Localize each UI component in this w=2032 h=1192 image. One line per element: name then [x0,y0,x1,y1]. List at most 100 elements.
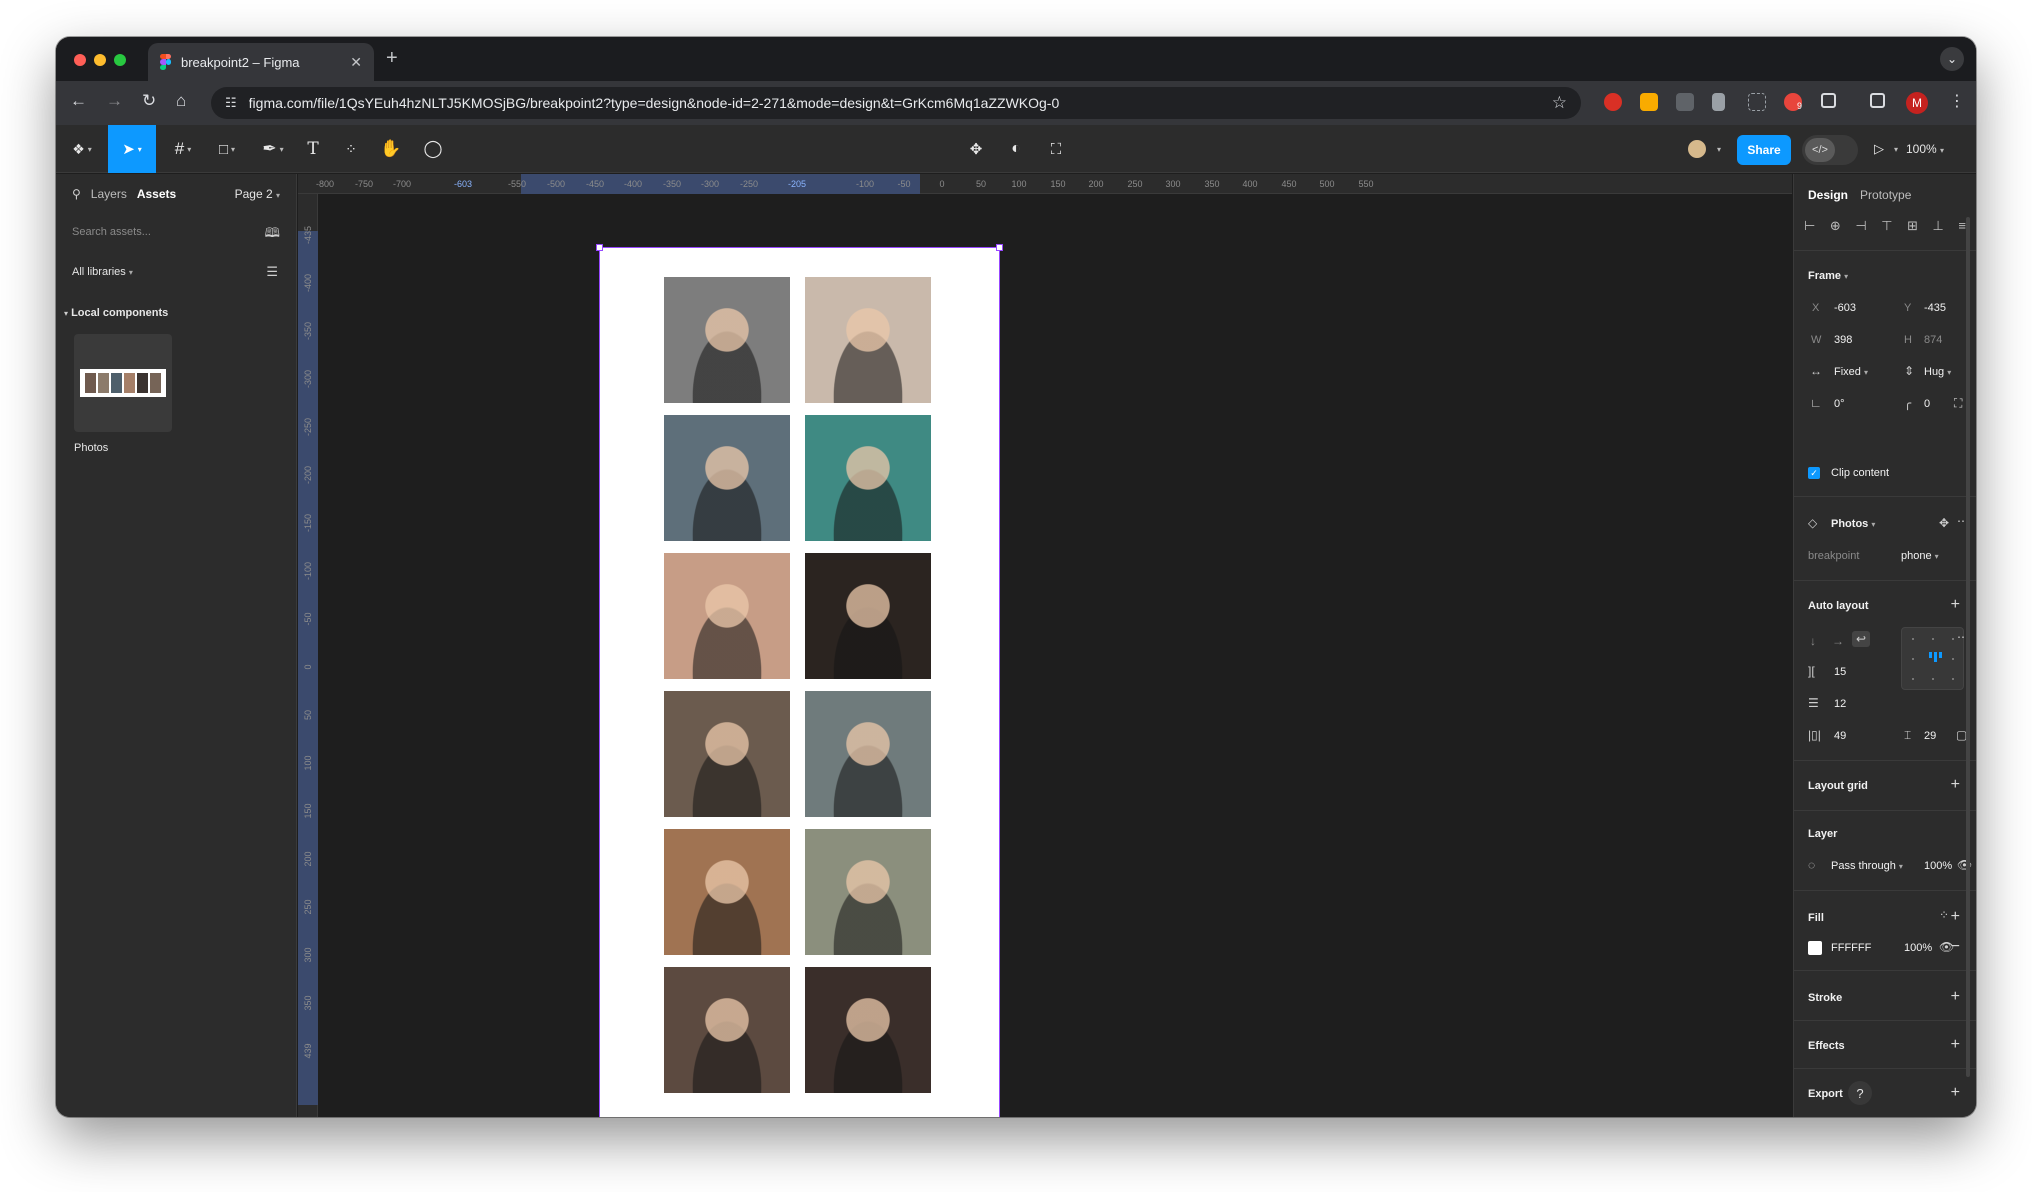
chevron-down-icon[interactable]: ▾ [1891,125,1901,173]
radius-input[interactable]: 0 [1924,398,1930,410]
remove-fill-icon[interactable]: − [1951,938,1960,956]
fill-opacity-input[interactable]: 100% [1904,942,1932,954]
vertical-padding-input[interactable]: 29 [1924,730,1936,742]
extension-camera-icon[interactable] [1676,93,1694,111]
bookmark-star-icon[interactable]: ☆ [1552,93,1567,113]
wrap-direction-icon[interactable]: ↩ [1852,631,1871,647]
photos-frame[interactable] [596,244,1003,1117]
resize-handle-top-left[interactable] [596,244,603,251]
pen-tool-button[interactable]: ✒ ▾ [254,125,292,173]
fill-hex-input[interactable]: FFFFFF [1831,942,1871,954]
width-mode-dropdown[interactable]: Fixed ▾ [1834,366,1868,378]
tab-prototype[interactable]: Prototype [1860,188,1911,202]
site-info-icon[interactable]: ☷ [225,95,237,111]
forward-icon[interactable]: → [106,91,123,111]
portrait-photo[interactable] [664,967,790,1093]
comment-tool-button[interactable]: ◯ [416,125,450,173]
text-tool-button[interactable]: T [298,125,328,173]
variant-property-dropdown[interactable]: phone ▾ [1901,550,1939,562]
x-input[interactable]: -603 [1834,302,1856,314]
align-right-icon[interactable]: ⊣ [1855,218,1866,234]
portrait-photo[interactable] [664,829,790,955]
extensions-puzzle-icon[interactable] [1821,93,1836,108]
component-button[interactable]: ✥ [961,125,991,173]
portrait-photo[interactable] [805,967,931,1093]
main-menu-button[interactable]: ❖ ▾ [64,125,100,173]
home-icon[interactable]: ⌂ [176,91,186,111]
row-gap-input[interactable]: 12 [1834,698,1846,710]
list-view-icon[interactable]: ☰ [266,264,278,280]
maximize-window-button[interactable] [114,54,126,66]
add-fill-icon[interactable]: + [1951,908,1960,926]
url-text[interactable]: figma.com/file/1QsYEuh4hzNLTJ5KMOSjBG/br… [249,95,1540,111]
search-icon[interactable]: ⚲ [72,187,81,201]
height-mode-dropdown[interactable]: Hug ▾ [1924,366,1951,378]
mask-button[interactable]: ◐ [1001,125,1031,173]
rotation-input[interactable]: 0° [1834,398,1845,410]
tab-search-chevron-icon[interactable]: ⌄ [1940,47,1964,71]
extension-badge-icon[interactable]: 9 [1784,93,1802,111]
assets-search-input[interactable]: Search assets... [72,226,151,238]
portrait-photo[interactable] [664,553,790,679]
share-button[interactable]: Share [1737,135,1791,165]
y-input[interactable]: -435 [1924,302,1946,314]
crop-button[interactable]: ⛶ [1041,125,1071,173]
chevron-down-icon[interactable]: ▾ [1712,125,1726,173]
hand-tool-button[interactable]: ✋ [374,125,408,173]
right-panel-scrollbar[interactable] [1966,217,1970,1077]
browser-tab[interactable]: breakpoint2 – Figma ✕ [148,43,374,81]
distribute-icon[interactable]: ≡ [1958,218,1966,234]
dev-mode-toggle[interactable]: </> [1802,135,1858,165]
back-icon[interactable]: ← [70,91,87,111]
minimize-window-button[interactable] [94,54,106,66]
zoom-level[interactable]: 100% ▾ [1906,142,1944,156]
align-center-h-icon[interactable]: ⊕ [1830,218,1841,234]
add-layout-grid-icon[interactable]: + [1951,776,1960,794]
component-name-dropdown[interactable]: Photos ▾ [1831,518,1875,530]
extension-doc-icon[interactable] [1712,93,1725,111]
add-export-icon[interactable]: + [1951,1084,1960,1102]
portrait-photo[interactable] [805,415,931,541]
close-tab-icon[interactable]: ✕ [350,54,362,71]
portrait-photo[interactable] [805,829,931,955]
component-thumbnail[interactable] [74,334,172,432]
shape-tool-button[interactable]: □ ▾ [208,125,246,173]
portrait-photo[interactable] [664,415,790,541]
width-input[interactable]: 398 [1834,334,1852,346]
clip-content-checkbox[interactable]: ✓ [1808,467,1820,479]
align-center-v-icon[interactable]: ⊞ [1907,218,1918,234]
go-to-main-component-icon[interactable]: ✥ [1939,516,1949,530]
profile-avatar[interactable]: M [1906,92,1928,114]
resources-tool-button[interactable]: ⁘ [336,125,366,173]
extension-red-icon[interactable] [1604,93,1622,111]
add-stroke-icon[interactable]: + [1951,988,1960,1006]
horizontal-padding-input[interactable]: 49 [1834,730,1846,742]
browser-menu-icon[interactable]: ⋮ [1949,91,1965,111]
extension-yellow-icon[interactable] [1640,93,1658,111]
horizontal-direction-icon[interactable]: → [1832,634,1844,648]
local-components-header[interactable]: ▾ Local components [64,307,168,319]
new-tab-button[interactable]: + [386,47,398,70]
extension-screenshot-icon[interactable] [1748,93,1766,111]
move-tool-button[interactable]: ➤ ▾ [108,125,156,173]
blend-mode-dropdown[interactable]: Pass through ▾ [1831,860,1903,872]
add-auto-layout-icon[interactable]: + [1951,596,1960,614]
close-window-button[interactable] [74,54,86,66]
fill-color-swatch[interactable] [1808,941,1822,955]
independent-corners-icon[interactable]: ⛶ [1954,396,1962,411]
frame-tool-button[interactable]: # ▾ [164,125,202,173]
help-button[interactable]: ? [1848,1081,1872,1105]
omnibox[interactable]: ☷ figma.com/file/1QsYEuh4hzNLTJ5KMOSjBG/… [211,87,1581,119]
libraries-dropdown[interactable]: All libraries ▾ [72,266,133,278]
resize-handle-top-right[interactable] [996,244,1003,251]
layer-opacity-input[interactable]: 100% [1924,860,1952,872]
alignment-matrix[interactable] [1901,627,1964,690]
portrait-photo[interactable] [664,691,790,817]
portrait-photo[interactable] [805,277,931,403]
library-book-icon[interactable]: 🕮 [265,224,280,246]
styles-grid-icon[interactable]: ⁘ [1939,908,1949,922]
portrait-photo[interactable] [664,277,790,403]
align-bottom-icon[interactable]: ⊥ [1933,218,1944,234]
align-top-icon[interactable]: ⊤ [1881,218,1892,234]
frame-section-title[interactable]: Frame ▾ [1808,270,1848,282]
